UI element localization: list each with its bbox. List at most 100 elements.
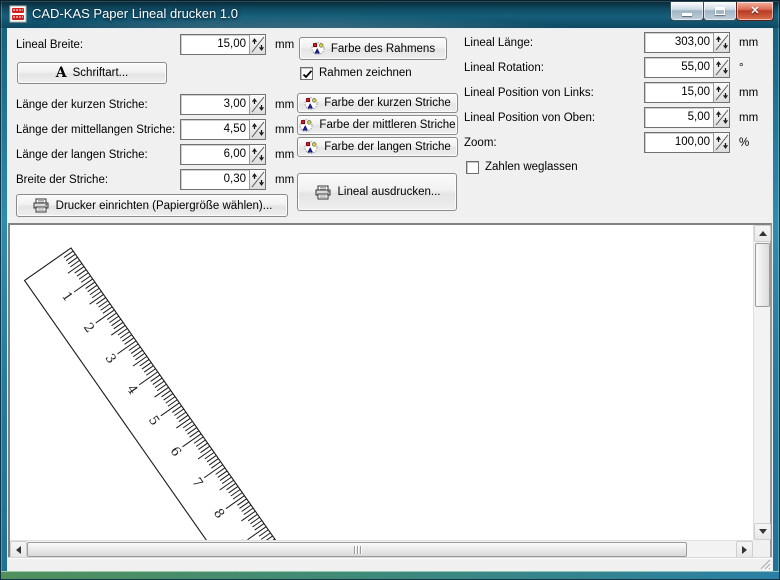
unit-label: mm	[266, 149, 292, 161]
minimize-icon	[682, 13, 692, 16]
spin-value[interactable]: 15,00	[181, 35, 249, 54]
spin-edit[interactable]: 100,00	[644, 132, 730, 153]
field-label: Länge der kurzen Striche:	[16, 99, 180, 111]
check-icon	[302, 69, 313, 80]
spinner-icon	[251, 121, 265, 138]
spin-edit[interactable]: 0,30	[180, 169, 266, 190]
spin-edit[interactable]: 4,50	[180, 119, 266, 140]
checkbox-box[interactable]	[466, 161, 479, 174]
spinner-button[interactable]	[249, 120, 265, 139]
titlebar[interactable]: CAD-KAS Paper Lineal drucken 1.0 ✕	[0, 0, 780, 28]
scrollbar-corner	[753, 540, 770, 557]
horizontal-scroll-thumb[interactable]	[27, 542, 687, 557]
field-label: Länge der mittellangen Striche:	[16, 124, 180, 136]
frame-color-button[interactable]: Farbe des Rahmens	[299, 37, 447, 60]
spin-row: Zoom:100,00%	[464, 132, 756, 153]
spin-edit[interactable]: 303,00	[644, 32, 730, 53]
field-label: Lineal Rotation:	[464, 62, 644, 74]
resize-grip[interactable]	[759, 558, 771, 570]
spinner-icon	[251, 36, 265, 53]
frame-checkbox[interactable]: Rahmen zeichnen	[300, 65, 460, 81]
color-palette-icon	[304, 97, 318, 110]
dialog-client-area: Lineal Breite:15,00mm A Schriftart... Lä…	[7, 28, 773, 571]
spin-value[interactable]: 3,00	[181, 95, 249, 114]
svg-text:7: 7	[188, 475, 205, 490]
spinner-icon	[715, 109, 729, 126]
spin-value[interactable]: 4,50	[181, 120, 249, 139]
spin-value[interactable]: 100,00	[645, 133, 713, 152]
checkbox-box[interactable]	[300, 67, 313, 80]
spinner-icon	[715, 59, 729, 76]
horizontal-scrollbar[interactable]	[10, 540, 753, 557]
omit-numbers-checkbox[interactable]: Zahlen weglassen	[466, 159, 756, 175]
scroll-up-button[interactable]	[754, 225, 771, 242]
spinner-button[interactable]	[249, 35, 265, 54]
spin-row: Länge der langen Striche:6,00 mm	[16, 144, 292, 165]
spinner-button[interactable]	[713, 108, 729, 127]
spinner-button[interactable]	[713, 58, 729, 77]
stroke-color-label: Farbe der langen Striche	[324, 141, 451, 153]
svg-text:4: 4	[123, 382, 140, 397]
unit-label: °	[730, 62, 756, 74]
spinner-button[interactable]	[249, 170, 265, 189]
spin-value[interactable]: 0,30	[181, 170, 249, 189]
svg-text:2: 2	[80, 320, 97, 335]
field-label: Lineal Breite:	[16, 39, 180, 51]
scroll-right-button[interactable]	[736, 541, 753, 558]
field-label: Breite der Striche:	[16, 174, 180, 186]
spin-value[interactable]: 5,00	[645, 108, 713, 127]
app-window: CAD-KAS Paper Lineal drucken 1.0 ✕ Linea…	[0, 0, 780, 580]
spinner-button[interactable]	[249, 95, 265, 114]
spin-value[interactable]: 6,00	[181, 145, 249, 164]
printer-icon	[32, 198, 50, 213]
minimize-button[interactable]	[670, 2, 704, 21]
close-button[interactable]: ✕	[736, 2, 774, 21]
field-label: Zoom:	[464, 137, 644, 149]
spinner-button[interactable]	[713, 133, 729, 152]
vertical-scroll-thumb[interactable]	[755, 243, 770, 307]
field-label: Lineal Länge:	[464, 37, 644, 49]
spin-value[interactable]: 55,00	[645, 58, 713, 77]
vertical-scrollbar[interactable]	[753, 225, 770, 540]
spin-row: Lineal Rotation:55,00 °	[464, 57, 756, 78]
maximize-button[interactable]	[703, 2, 737, 21]
spinner-button[interactable]	[713, 33, 729, 52]
omit-numbers-label: Zahlen weglassen	[485, 161, 578, 173]
spin-edit[interactable]: 15,00	[180, 34, 266, 55]
ruler-preview-area[interactable]: 1234567891011121314151617181920212223242…	[8, 223, 772, 559]
spin-value[interactable]: 303,00	[645, 33, 713, 52]
frame-checkbox-label: Rahmen zeichnen	[319, 67, 412, 79]
spin-edit[interactable]: 55,00	[644, 57, 730, 78]
field-label: Lineal Position von Links:	[464, 87, 644, 99]
spin-edit[interactable]: 5,00	[644, 107, 730, 128]
spin-row: Lineal Länge:303,00mm	[464, 32, 756, 53]
field-label: Lineal Position von Oben:	[464, 112, 644, 124]
spin-row: Lineal Position von Oben:5,00 mm	[464, 107, 756, 128]
spin-edit[interactable]: 3,00	[180, 94, 266, 115]
stroke-color-label: Farbe der kurzen Striche	[324, 97, 451, 109]
close-icon: ✕	[750, 6, 759, 17]
svg-text:5: 5	[145, 413, 162, 428]
spin-edit[interactable]: 15,00	[644, 82, 730, 103]
stroke-color-button-2[interactable]: Farbe der langen Striche	[297, 137, 458, 157]
font-button[interactable]: A Schriftart...	[17, 62, 167, 84]
scroll-left-button[interactable]	[10, 541, 27, 558]
stroke-color-button-1[interactable]: Farbe der mittleren Striche	[297, 115, 458, 135]
field-label: Länge der langen Striche:	[16, 149, 180, 161]
font-button-label: Schriftart...	[73, 67, 129, 79]
spin-edit[interactable]: 6,00	[180, 144, 266, 165]
spinner-button[interactable]	[249, 145, 265, 164]
app-icon	[9, 5, 27, 23]
spinner-icon	[251, 96, 265, 113]
color-palette-icon	[299, 119, 313, 132]
stroke-color-button-0[interactable]: Farbe der kurzen Striche	[297, 93, 458, 113]
window-bottom-frame	[1, 571, 779, 579]
unit-label: mm	[266, 174, 292, 186]
print-ruler-button[interactable]: Lineal ausdrucken...	[297, 173, 457, 211]
scroll-down-button[interactable]	[754, 523, 771, 540]
spinner-button[interactable]	[713, 83, 729, 102]
printer-setup-button[interactable]: Drucker einrichten (Papiergröße wählen).…	[16, 194, 288, 217]
spin-value[interactable]: 15,00	[645, 83, 713, 102]
svg-text:8: 8	[210, 506, 227, 521]
unit-label: mm	[730, 112, 756, 124]
